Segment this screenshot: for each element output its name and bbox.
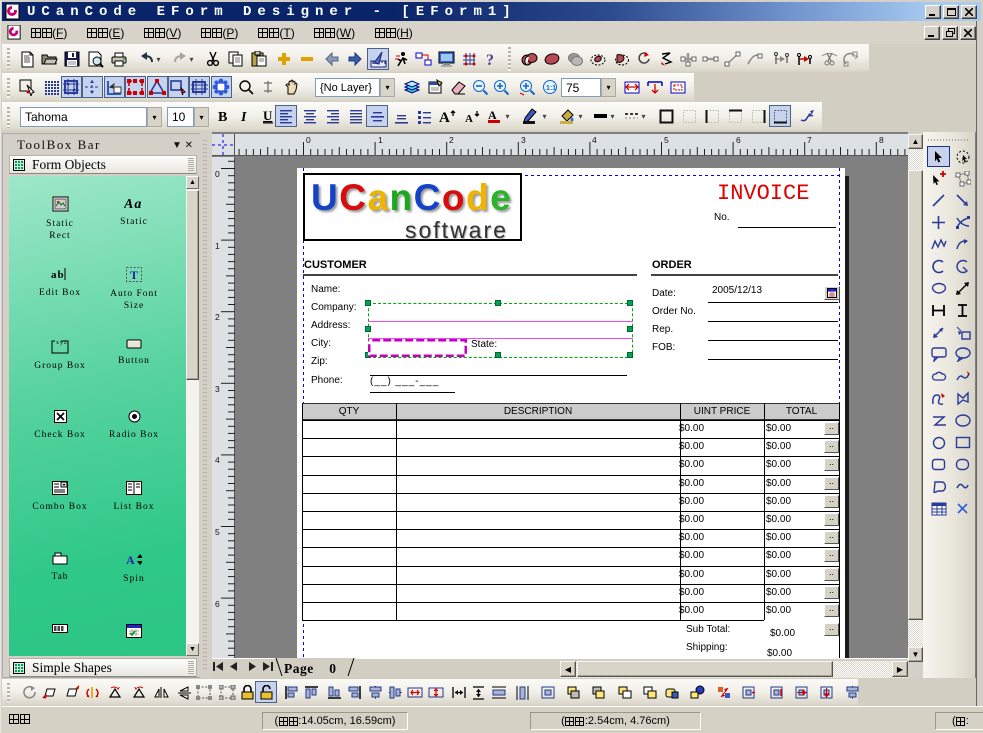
svg-text:2: 2	[449, 135, 454, 145]
svg-text:5: 5	[664, 135, 669, 145]
svg-text:4: 4	[592, 135, 597, 145]
svg-text:1:1: 1:1	[546, 85, 556, 92]
svg-text:6: 6	[736, 135, 741, 145]
svg-text:3: 3	[215, 384, 220, 394]
svg-text:5: 5	[215, 527, 220, 537]
svg-text:B: B	[218, 110, 227, 123]
svg-text:A: A	[488, 108, 497, 122]
svg-text:xyz: xyz	[56, 340, 68, 346]
svg-text:A: A	[439, 110, 450, 124]
svg-text:A: A	[465, 113, 473, 124]
svg-text:4: 4	[215, 455, 220, 465]
svg-text:8: 8	[879, 135, 884, 145]
svg-text:I: I	[240, 110, 247, 123]
svg-text:0: 0	[215, 169, 220, 179]
svg-text:0: 0	[306, 135, 311, 145]
svg-text:T: T	[130, 268, 139, 282]
svg-text:2: 2	[215, 312, 220, 322]
svg-text:1: 1	[215, 241, 220, 251]
svg-text:1: 1	[378, 135, 383, 145]
svg-text:A: A	[126, 553, 136, 567]
svg-text:ab: ab	[51, 269, 65, 281]
svg-text:Aa: Aa	[124, 197, 142, 210]
svg-text:7: 7	[807, 135, 812, 145]
svg-text:U: U	[263, 109, 273, 123]
svg-text:6: 6	[215, 599, 220, 609]
svg-text:3: 3	[521, 135, 526, 145]
svg-text:?: ?	[486, 52, 494, 67]
